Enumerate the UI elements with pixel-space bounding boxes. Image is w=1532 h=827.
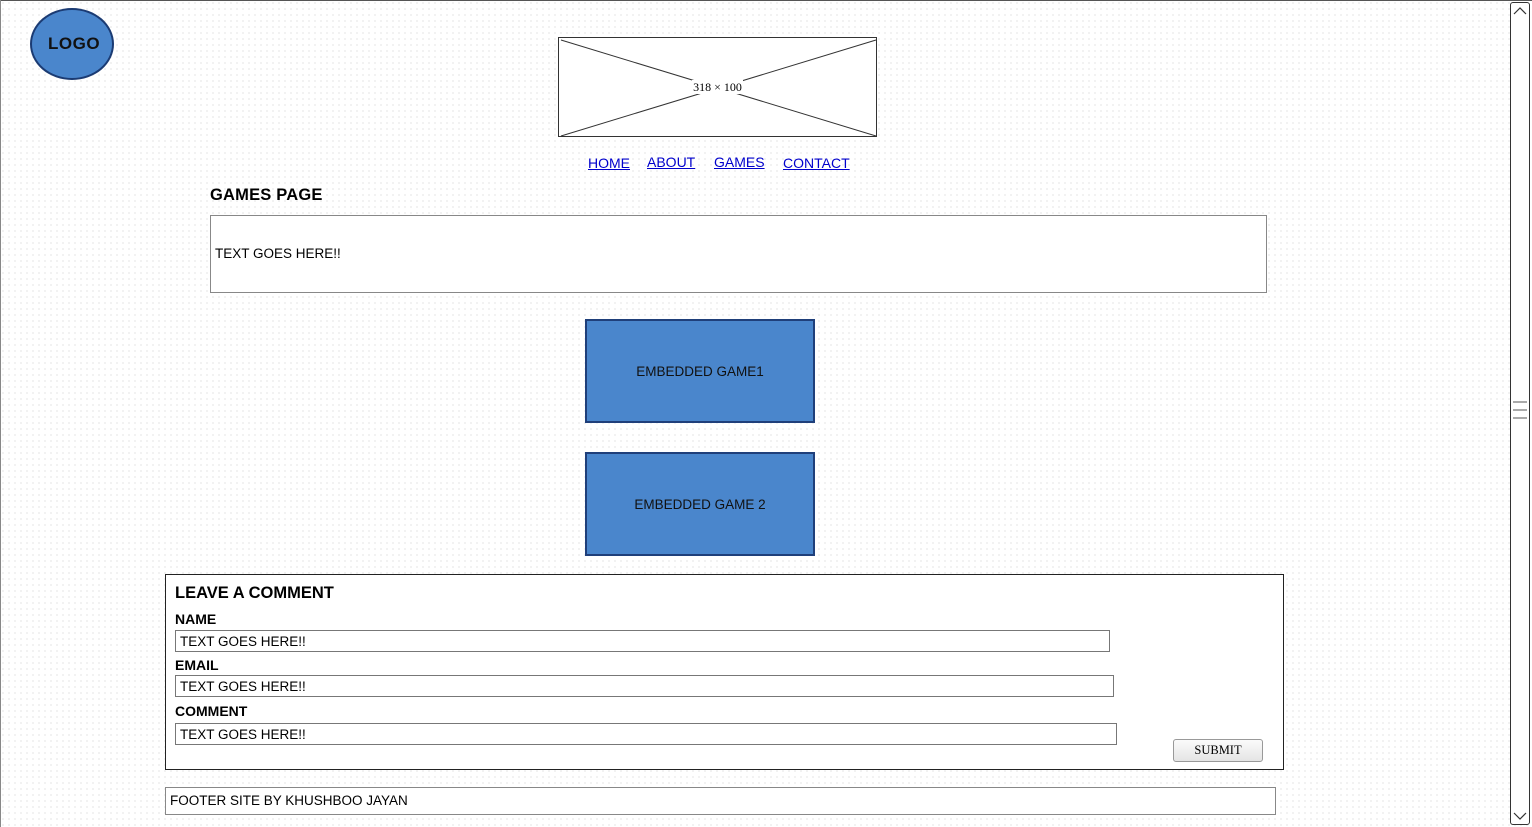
- comment-input[interactable]: TEXT GOES HERE!!: [175, 723, 1117, 745]
- nav-link-contact[interactable]: CONTACT: [783, 155, 850, 171]
- footer: FOOTER SITE BY KHUSHBOO JAYAN: [165, 787, 1276, 815]
- email-input[interactable]: TEXT GOES HERE!!: [175, 675, 1114, 697]
- scroll-up-arrow-icon[interactable]: [1512, 4, 1528, 18]
- comment-field-label: COMMENT: [175, 703, 248, 719]
- image-dimensions-label: 318 × 100: [692, 80, 743, 94]
- embedded-game-1[interactable]: EMBEDDED GAME1: [585, 319, 815, 423]
- embedded-game-2[interactable]: EMBEDDED GAME 2: [585, 452, 815, 556]
- header-image-placeholder: 318 × 100: [558, 37, 877, 137]
- name-field-label: NAME: [175, 611, 217, 627]
- logo-text: LOGO: [48, 34, 101, 53]
- embedded-game-2-label: EMBEDDED GAME 2: [634, 496, 766, 512]
- scroll-grip-icon[interactable]: [1512, 398, 1528, 422]
- page-frame-left: [0, 0, 1, 827]
- email-field-label: EMAIL: [175, 657, 219, 673]
- vertical-scrollbar[interactable]: [1510, 2, 1530, 825]
- embedded-game-1-label: EMBEDDED GAME1: [636, 363, 764, 379]
- name-input[interactable]: TEXT GOES HERE!!: [175, 630, 1110, 652]
- comment-form-title: LEAVE A COMMENT: [175, 584, 334, 602]
- page-title: GAMES PAGE: [210, 186, 323, 204]
- scroll-down-arrow-icon[interactable]: [1512, 809, 1528, 823]
- page-frame-top: [0, 0, 1532, 1]
- intro-text: TEXT GOES HERE!!: [215, 246, 341, 261]
- nav-link-games[interactable]: GAMES: [714, 154, 765, 170]
- intro-text-box: TEXT GOES HERE!!: [210, 215, 1267, 293]
- site-logo[interactable]: LOGO: [30, 8, 114, 80]
- main-nav: HOME ABOUT GAMES CONTACT: [0, 154, 1532, 174]
- submit-button[interactable]: SUBMIT: [1173, 739, 1263, 762]
- nav-link-about[interactable]: ABOUT: [647, 154, 695, 170]
- nav-link-home[interactable]: HOME: [588, 155, 630, 171]
